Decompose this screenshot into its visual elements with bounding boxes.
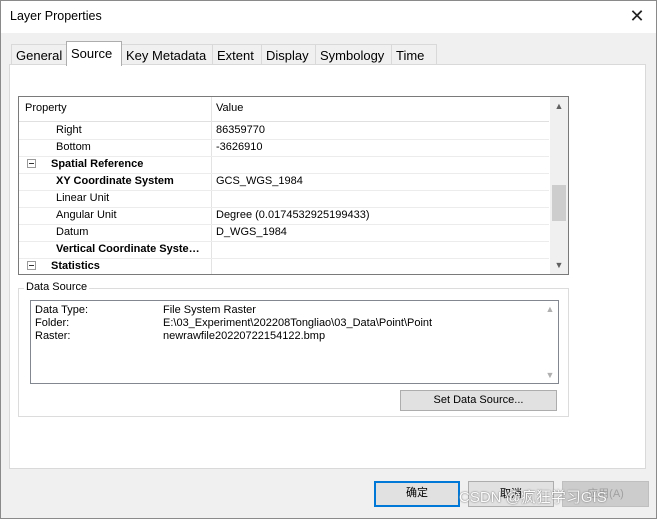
data-source-textbox[interactable]: Data Type: File System Raster Folder: E:… [30,300,559,384]
grid-row-right[interactable]: Right 86359770 [19,122,549,140]
collapse-icon[interactable] [27,261,36,270]
scroll-up-arrow-icon[interactable]: ▲ [553,100,565,112]
row-key: Statistics [51,260,100,272]
row-key: Linear Unit [56,192,110,204]
value-column-header: Value [216,102,244,114]
raster-label: Raster: [35,330,71,342]
cancel-button[interactable]: 取消 [468,481,554,507]
scroll-down-arrow-icon[interactable]: ▼ [553,259,565,271]
tab-time[interactable]: Time [391,44,437,65]
row-value: Degree (0.0174532925199433) [216,209,370,221]
row-key: Angular Unit [56,209,117,221]
scroll-thumb[interactable] [552,185,566,221]
property-column-header: Property [25,102,67,114]
data-type-value: File System Raster [163,304,256,316]
grid-row-spatial-reference[interactable]: Spatial Reference [19,156,549,174]
scroll-down-arrow-icon[interactable]: ▼ [544,369,556,381]
collapse-icon[interactable] [27,159,36,168]
tab-display[interactable]: Display [261,44,316,65]
grid-scrollbar[interactable]: ▲ ▼ [550,97,568,274]
grid-row-linear-unit[interactable]: Linear Unit [19,190,549,208]
grid-row-vertical-coordinate-system[interactable]: Vertical Coordinate Syste… [19,241,549,259]
tab-general[interactable]: General [11,44,67,65]
row-value: -3626910 [216,141,263,153]
title-bar: Layer Properties ✕ [1,1,656,33]
folder-label: Folder: [35,317,70,329]
row-key: Spatial Reference [51,158,144,170]
folder-value: E:\03_Experiment\202208Tongliao\03_Data\… [163,317,433,329]
tab-symbology[interactable]: Symbology [315,44,392,65]
row-value: 86359770 [216,124,265,136]
group-title: Data Source [24,281,90,293]
window-title: Layer Properties [10,9,102,23]
tab-source[interactable]: Source [66,41,122,66]
grid-row-xy-coordinate-system[interactable]: XY Coordinate System GCS_WGS_1984 [19,173,549,191]
scroll-up-arrow-icon[interactable]: ▲ [544,303,556,315]
row-key: Bottom [56,141,91,153]
row-key: Datum [56,226,89,238]
grid-row-angular-unit[interactable]: Angular Unit Degree (0.0174532925199433) [19,207,549,225]
tab-extent[interactable]: Extent [212,44,262,65]
close-icon[interactable]: ✕ [626,5,648,27]
textbox-scrollbar[interactable]: ▲ ▼ [541,301,558,383]
row-key: Right [56,124,82,136]
row-value: GCS_WGS_1984 [216,175,303,187]
row-key: XY Coordinate System [56,175,174,187]
tab-key-metadata[interactable]: Key Metadata [121,44,213,65]
apply-button[interactable]: 应用(A) [562,481,649,507]
data-type-label: Data Type: [35,304,88,316]
grid-header: Property Value [19,97,549,122]
grid-row-datum[interactable]: Datum D_WGS_1984 [19,224,549,242]
grid-row-bottom[interactable]: Bottom -3626910 [19,139,549,157]
raster-value: newrawfile20220722154122.bmp [163,330,326,342]
ok-button[interactable]: 确定 [374,481,460,507]
set-data-source-button[interactable]: Set Data Source... [400,390,557,411]
property-grid[interactable]: Property Value Right 86359770 Bottom -36… [18,96,569,275]
grid-row-statistics[interactable]: Statistics [19,258,549,274]
row-value: D_WGS_1984 [216,226,287,238]
row-key: Vertical Coordinate Syste… [56,243,200,255]
